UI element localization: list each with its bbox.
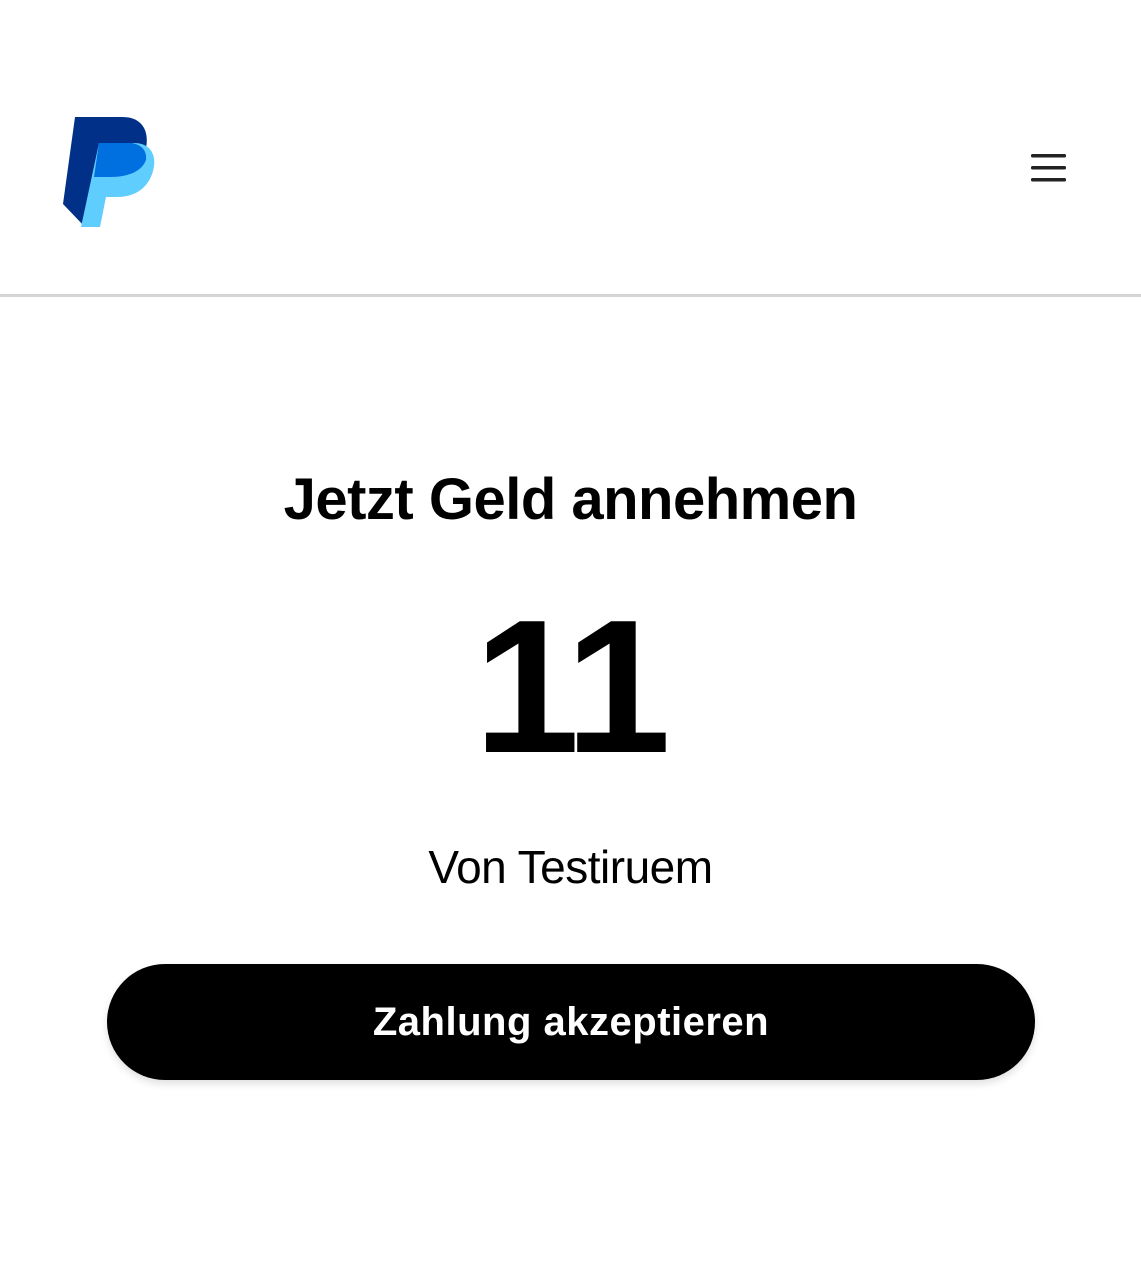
page-title: Jetzt Geld annehmen	[283, 467, 858, 532]
hamburger-menu-icon[interactable]	[1022, 144, 1074, 192]
accept-payment-button[interactable]: Zahlung akzeptieren	[107, 964, 1035, 1080]
sender-label: Von Testiruem	[428, 841, 713, 893]
payment-amount: 11	[474, 581, 671, 793]
top-header	[0, 0, 1141, 297]
paypal-logo-icon[interactable]	[62, 115, 156, 227]
